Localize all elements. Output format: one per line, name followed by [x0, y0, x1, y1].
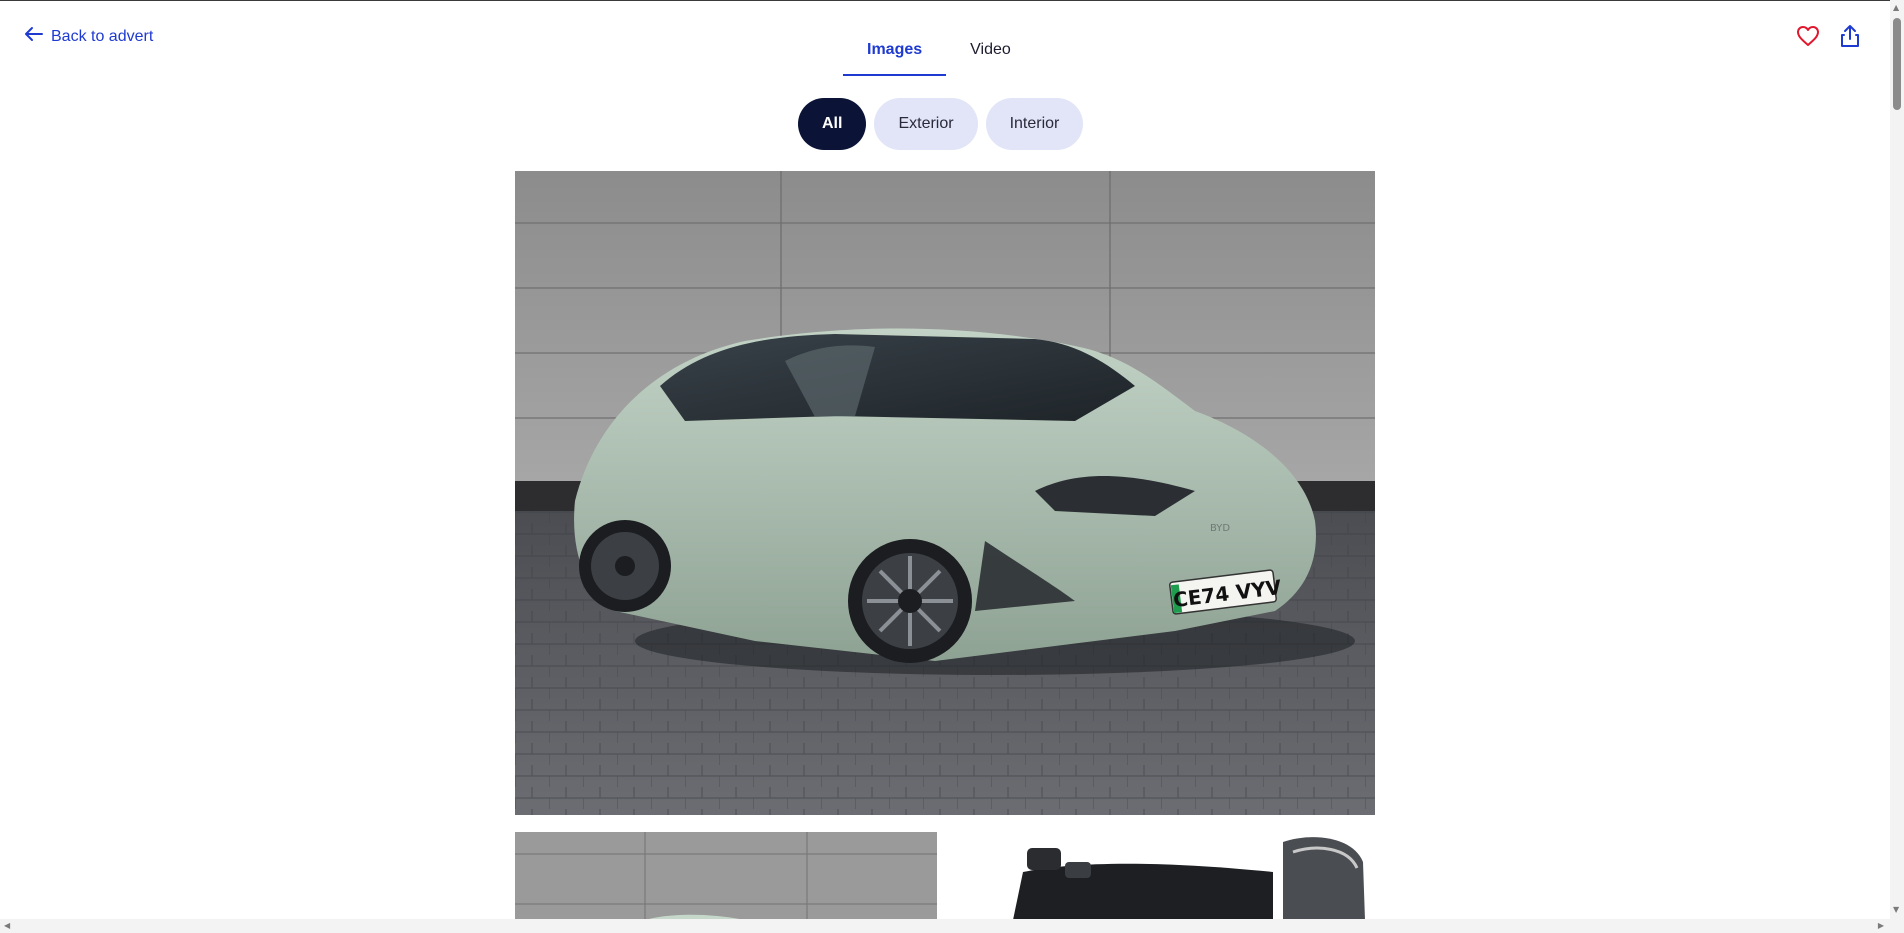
- tab-video[interactable]: Video: [946, 34, 1035, 76]
- filter-all[interactable]: All: [798, 98, 867, 150]
- thumbnail-exterior[interactable]: [515, 832, 937, 920]
- scrollbar-thumb[interactable]: [1893, 18, 1901, 110]
- back-to-advert-label: Back to advert: [51, 27, 154, 45]
- scroll-up-arrow-icon[interactable]: ▲: [1893, 3, 1899, 12]
- thumbnail-interior[interactable]: [953, 832, 1375, 920]
- media-tabs: Images Video: [843, 34, 1035, 76]
- arrow-left-icon: [24, 26, 43, 47]
- horizontal-scrollbar[interactable]: ◀ ▶: [0, 919, 1890, 933]
- tab-images[interactable]: Images: [843, 34, 947, 76]
- main-car-photo[interactable]: CE74 VYV BYD: [515, 171, 1375, 815]
- scroll-down-arrow-icon[interactable]: ▼: [1893, 905, 1899, 914]
- vertical-scrollbar[interactable]: ▲ ▼: [1890, 0, 1904, 933]
- filter-exterior[interactable]: Exterior: [874, 98, 978, 150]
- top-actions: [1796, 24, 1862, 48]
- scroll-right-arrow-icon[interactable]: ▶: [1878, 921, 1884, 930]
- heart-icon[interactable]: [1796, 24, 1820, 48]
- image-filter-chips: All Exterior Interior: [798, 98, 1084, 150]
- back-to-advert-link[interactable]: Back to advert: [24, 26, 153, 47]
- scroll-left-arrow-icon[interactable]: ◀: [4, 921, 10, 930]
- share-icon[interactable]: [1838, 24, 1862, 48]
- car-badge-text: BYD: [1210, 523, 1230, 534]
- filter-interior[interactable]: Interior: [985, 98, 1084, 150]
- window-top-border: [0, 0, 1904, 1]
